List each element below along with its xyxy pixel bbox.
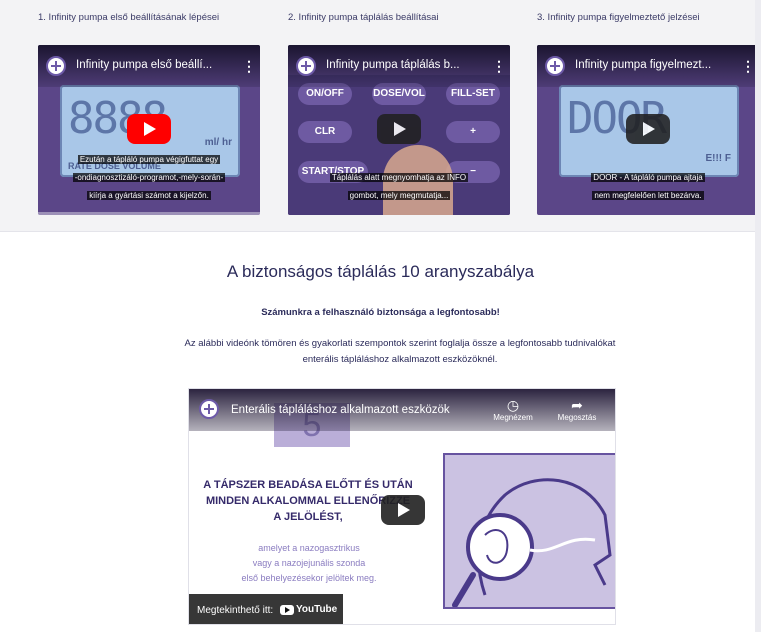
page-scrollbar[interactable]: [755, 0, 761, 632]
video-caption: DOOR - A tápláló pumpa ajtaja nem megfel…: [543, 167, 753, 203]
card-heading: 1. Infinity pumpa első beállításának lép…: [38, 12, 220, 23]
section-subhead: Számunkra a felhasználó biztonsága a leg…: [261, 307, 500, 318]
watch-label: Megtekinthető itt:: [197, 604, 274, 616]
video-title[interactable]: Infinity pumpa táplálás b...: [326, 59, 486, 71]
share-arrow-icon: ➦: [571, 397, 583, 413]
kebab-menu-icon[interactable]: ⋮: [242, 57, 256, 75]
video-header: Enterális tápláláshoz alkalmazott eszköz…: [189, 389, 615, 431]
caption-line: Táplálás alatt megnyomhatja az INFO: [329, 173, 469, 182]
channel-plus-icon[interactable]: [46, 56, 66, 76]
kebab-menu-icon[interactable]: ⋮: [492, 57, 506, 75]
share-button[interactable]: ➦ Megosztás: [549, 397, 605, 422]
watch-later-button[interactable]: ◷ Megnézem: [485, 397, 541, 422]
video-thumbnail[interactable]: 8888 ml/ hr RATE DOSE VOLUME Infinity pu…: [38, 45, 260, 215]
video-title[interactable]: Enterális tápláláshoz alkalmazott eszköz…: [231, 404, 450, 416]
youtube-logo-icon: YouTube: [279, 594, 338, 624]
section-title: A biztonságos táplálás 10 aranyszabálya: [226, 262, 535, 281]
caption-line: kiírja a gyártási számot a kijelzőn.: [87, 191, 211, 200]
video-header: Infinity pumpa táplálás b... ⋮: [288, 45, 510, 87]
play-icon[interactable]: [377, 114, 421, 144]
share-label: Megosztás: [557, 413, 597, 422]
lcd-unit: ml/ hr: [204, 137, 232, 148]
main-text-line: A TÁPSZER BEADÁSA ELŐTT ÉS UTÁN: [203, 479, 413, 491]
pump-key: CLR: [298, 121, 352, 143]
pump-key: +: [446, 121, 500, 143]
play-icon[interactable]: [626, 114, 670, 144]
caption-line: DOOR - A tápláló pumpa ajtaja: [591, 173, 705, 182]
play-icon[interactable]: [381, 495, 425, 525]
play-icon[interactable]: [127, 114, 171, 144]
youtube-wordmark: YouTube: [295, 604, 338, 615]
kebab-menu-icon[interactable]: ⋮: [741, 57, 755, 75]
video-sub-text: amelyet a nazogasztrikus vagy a nazojeju…: [209, 541, 409, 586]
card-heading: 3. Infinity pumpa figyelmeztető jelzései: [537, 12, 700, 23]
channel-plus-icon[interactable]: [199, 399, 219, 419]
video-caption: Táplálás alatt megnyomhatja az INFO gomb…: [294, 167, 504, 203]
video-cards-band: 1. Infinity pumpa első beállításának lép…: [0, 0, 761, 232]
video-thumbnail[interactable]: ON/OFF DOSE/VOL FILL-SET CLR + START/STO…: [288, 45, 510, 215]
video-caption: Ezután a tápláló pumpa végigfuttat egy -…: [44, 149, 254, 203]
sub-text-line: amelyet a nazogasztrikus: [258, 543, 360, 553]
channel-plus-icon[interactable]: [296, 56, 316, 76]
channel-plus-icon[interactable]: [545, 56, 565, 76]
video-header: Infinity pumpa figyelmezt... ⋮: [537, 45, 759, 87]
card-heading: 2. Infinity pumpa táplálás beállításai: [288, 12, 439, 23]
watch-later-label: Megnézem: [493, 413, 533, 422]
video-progress-bar[interactable]: [38, 212, 260, 215]
section-intro: Az alábbi videónk tömören és gyakorlati …: [184, 338, 616, 365]
sub-text-line: első behelyezésekor jelöltek meg.: [241, 573, 377, 583]
featured-video-player[interactable]: 5 Enterális tápláláshoz alkalmazott eszk…: [188, 388, 616, 625]
caption-line: Ezután a tápláló pumpa végigfuttat egy: [77, 155, 221, 164]
watch-on-youtube-button[interactable]: Megtekinthető itt: YouTube: [189, 594, 343, 624]
video-thumbnail[interactable]: DOOR E!!! F Infinity pumpa figyelmezt...…: [537, 45, 759, 215]
caption-line: gombot, mely megmutatja...: [347, 191, 451, 200]
sub-text-line: vagy a nazojejunális szonda: [252, 558, 366, 568]
video-header: Infinity pumpa első beállí... ⋮: [38, 45, 260, 87]
video-title[interactable]: Infinity pumpa figyelmezt...: [575, 59, 735, 71]
illustration-image: [443, 453, 615, 609]
video-title[interactable]: Infinity pumpa első beállí...: [76, 59, 236, 71]
nasogastric-tube-illustration: [452, 478, 612, 608]
clock-icon: ◷: [506, 397, 520, 413]
lcd-unit: E!!! F: [705, 153, 731, 164]
caption-line: -ondiagnosztizáló-programot,-mely-során-: [72, 173, 226, 182]
caption-line: nem megfelelően lett bezárva.: [592, 191, 704, 200]
